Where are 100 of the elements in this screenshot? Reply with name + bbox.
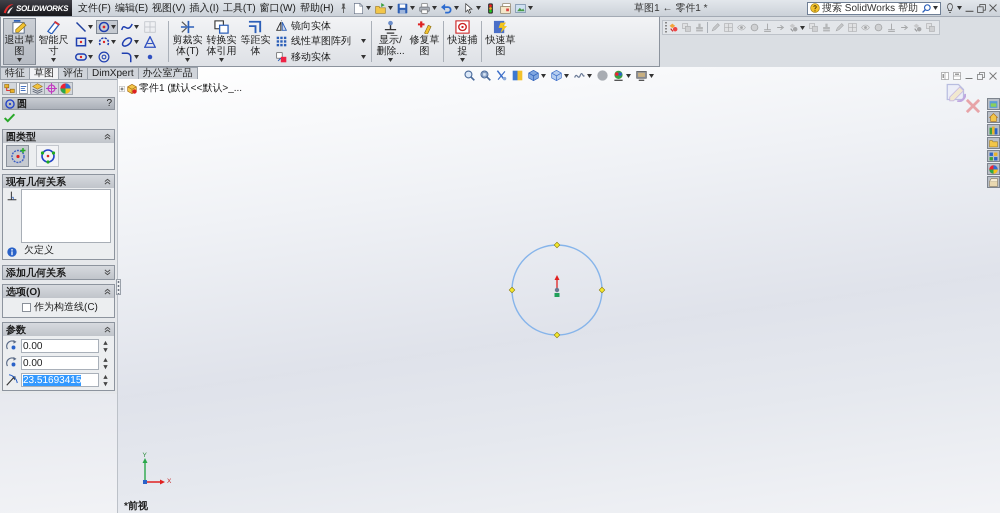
sketch-point[interactable] (554, 242, 560, 248)
center-point[interactable] (554, 288, 560, 292)
ribbon-button[interactable]: 智能尺寸 (37, 18, 70, 65)
caret-icon[interactable] (111, 24, 116, 28)
target-icon[interactable] (455, 20, 470, 34)
tile-icon[interactable] (953, 72, 961, 80)
caret-icon[interactable] (649, 74, 654, 78)
double-chevron-up-icon[interactable] (104, 133, 111, 140)
caret-icon[interactable] (432, 6, 437, 10)
spinner-icon[interactable] (102, 340, 109, 352)
caret-icon[interactable] (51, 58, 56, 62)
close-icon[interactable] (989, 4, 997, 12)
ribbon-button[interactable]: 移动实体 (275, 50, 367, 64)
triangle-icon[interactable] (144, 36, 156, 48)
tile-icon[interactable] (941, 72, 949, 80)
caret-icon[interactable] (88, 40, 93, 44)
ribbon-button[interactable]: 快速草图 (484, 18, 517, 65)
diamond-pencil-icon[interactable] (46, 20, 61, 34)
three-point-circle-icon[interactable] (40, 148, 56, 164)
group-header[interactable]: 圆类型 (3, 130, 114, 143)
rectangle-icon[interactable] (75, 36, 87, 48)
tab[interactable]: DimXpert (87, 67, 139, 79)
mirror-triangles-icon[interactable] (276, 20, 287, 32)
caret-icon[interactable] (134, 54, 139, 58)
group-header[interactable]: 选项(O) (3, 285, 114, 298)
wave-icon[interactable] (574, 70, 585, 81)
caret-icon[interactable] (528, 6, 533, 10)
undo-icon[interactable] (440, 2, 452, 14)
ribbon-button[interactable]: 转换实体引用 (205, 18, 238, 65)
lightbulb-icon[interactable] (946, 3, 954, 13)
tab[interactable]: 评估 (58, 67, 88, 79)
restore-icon[interactable] (977, 72, 985, 80)
move-squares-icon[interactable] (276, 52, 287, 63)
color-dots-icon[interactable] (613, 70, 624, 81)
ribbon-button[interactable]: 快速捕捉 (446, 18, 479, 65)
caret-icon[interactable] (957, 6, 962, 10)
close-icon[interactable] (989, 72, 997, 80)
slot-icon[interactable] (75, 50, 87, 62)
number-field[interactable]: 0.00 (21, 339, 99, 353)
caret-icon[interactable] (361, 39, 366, 44)
caret-icon[interactable] (476, 6, 481, 10)
document-icon[interactable] (352, 2, 364, 14)
help-button[interactable]: ? (106, 98, 112, 109)
ribbon-button[interactable]: 等距实体 (239, 18, 272, 65)
search-field[interactable]: 搜索 SolidWorks 帮助 (807, 2, 941, 14)
ribbon-button[interactable]: 修复草图 (408, 18, 441, 65)
ellipse-icon[interactable] (121, 36, 133, 48)
sketch-tool-button[interactable] (96, 20, 118, 34)
tab[interactable]: 草图 (29, 67, 59, 79)
dot-grid-icon[interactable] (276, 36, 287, 47)
offset-lines-icon[interactable] (248, 20, 263, 34)
menu-item[interactable]: 帮助(H) (298, 0, 336, 16)
toolbar-button[interactable] (416, 2, 439, 14)
cross-pencil-icon[interactable] (417, 20, 432, 34)
restore-icon[interactable] (977, 4, 986, 12)
pointer-icon[interactable] (462, 2, 474, 14)
caret-icon[interactable] (88, 54, 93, 58)
sketch-point[interactable] (554, 332, 560, 338)
menu-item[interactable]: 视图(V) (150, 0, 188, 16)
toolbar-button[interactable] (438, 2, 461, 14)
checkbox[interactable] (22, 302, 31, 312)
ribbon-button[interactable]: 显示/删除... (374, 18, 407, 65)
caret-icon[interactable] (361, 55, 366, 60)
caret-icon[interactable] (111, 40, 116, 44)
pencil-sheet-icon[interactable] (12, 20, 27, 34)
caret-icon[interactable] (388, 6, 393, 10)
toolbar-button[interactable] (526, 69, 548, 82)
toolbar-button[interactable] (549, 69, 571, 82)
cube-icon[interactable] (551, 70, 562, 81)
group-header[interactable]: 现有几何关系 (3, 175, 114, 188)
spline-icon[interactable] (121, 20, 133, 32)
tab[interactable]: 办公室产品 (138, 67, 198, 79)
perpendicular-icon[interactable] (383, 20, 398, 34)
group-header[interactable]: 参数 (3, 323, 114, 336)
menu-item[interactable]: 编辑(E) (112, 0, 150, 16)
plus-box-icon[interactable] (119, 86, 125, 92)
caret-icon[interactable] (185, 58, 190, 62)
check-icon[interactable] (4, 113, 15, 123)
double-chevron-up-icon[interactable] (104, 288, 111, 295)
sketch-point[interactable] (598, 286, 606, 294)
circle-type-button[interactable] (6, 145, 29, 167)
spinner-icon[interactable] (102, 356, 109, 370)
tree-item[interactable]: 零件1 (默认<<默认>_... (139, 83, 242, 94)
caret-icon[interactable] (460, 58, 465, 62)
sketch-tool-button[interactable] (119, 50, 141, 64)
concentric-circles-icon[interactable] (98, 50, 110, 62)
search-icon[interactable] (922, 4, 931, 12)
menu-item[interactable]: 工具(T) (220, 0, 258, 16)
toolbar-button[interactable] (634, 69, 656, 82)
arc-icon[interactable] (98, 36, 110, 48)
caret-icon[interactable] (17, 58, 22, 62)
trim-cross-icon[interactable] (180, 20, 195, 34)
menu-item[interactable]: 插入(I) (187, 0, 221, 16)
line-icon[interactable] (75, 20, 87, 32)
spinner-icon[interactable] (102, 374, 109, 386)
checkbox-label[interactable]: 作为构造线(C) (34, 300, 98, 314)
lightning-sheet-icon[interactable] (493, 20, 508, 34)
group-header[interactable]: 添加几何关系 (3, 266, 114, 279)
caret-icon[interactable] (933, 6, 938, 10)
menu-item[interactable]: 窗口(W) (258, 0, 298, 16)
